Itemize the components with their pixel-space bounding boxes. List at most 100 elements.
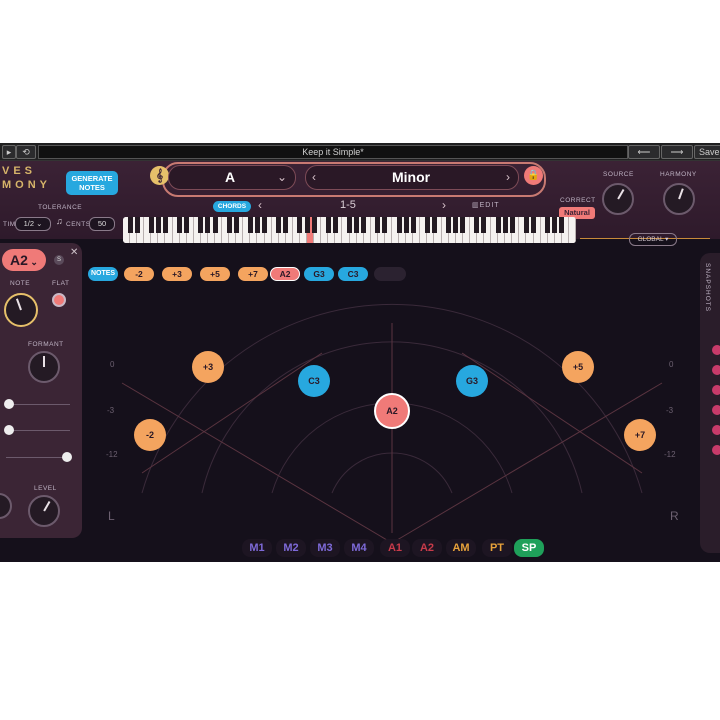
snapshot-slot[interactable] [712,365,720,375]
black-key[interactable] [453,217,459,233]
black-key[interactable] [162,217,168,233]
note-chip[interactable]: +7 [238,267,268,281]
mode-button[interactable]: PT [482,539,512,557]
black-key[interactable] [325,217,331,233]
formant-knob[interactable] [28,351,60,383]
black-key[interactable] [354,217,360,233]
black-key[interactable] [332,217,338,233]
slider-handle[interactable] [4,399,14,409]
snapshot-slot[interactable] [712,405,720,415]
black-key[interactable] [205,217,211,233]
scale-select[interactable]: ‹ Minor › [305,165,519,190]
flat-toggle[interactable] [52,293,66,307]
snapshot-slot[interactable] [712,385,720,395]
snapshot-slot[interactable] [712,345,720,355]
black-key[interactable] [375,217,381,233]
source-knob[interactable] [602,183,634,215]
black-key[interactable] [297,217,303,233]
voice-node[interactable]: G3 [456,365,488,397]
black-key[interactable] [198,217,204,233]
note-chip[interactable]: -2 [124,267,154,281]
mode-button[interactable]: SP [514,539,544,557]
voice-node[interactable]: +3 [192,351,224,383]
black-key[interactable] [254,217,260,233]
time-select[interactable]: 1/2 ⌄ [15,217,51,231]
black-key[interactable] [184,217,190,233]
pan-knob[interactable] [0,493,12,519]
mode-button[interactable]: A1 [380,539,410,557]
black-key[interactable] [424,217,430,233]
level-knob[interactable] [28,495,60,527]
solo-button[interactable]: S [54,255,64,265]
black-key[interactable] [304,217,310,233]
snapshot-slot[interactable] [712,445,720,455]
black-key[interactable] [446,217,452,233]
note-chip[interactable]: C3 [338,267,368,281]
black-key[interactable] [552,217,558,233]
black-key[interactable] [155,217,161,233]
voice-node[interactable]: +7 [624,419,656,451]
lock-icon[interactable]: 🔒 [524,166,543,185]
note-knob[interactable] [4,293,38,327]
black-key[interactable] [545,217,551,233]
preset-name-field[interactable]: Keep it Simple* [38,145,628,159]
black-key[interactable] [262,217,268,233]
slider-handle[interactable] [4,425,14,435]
black-key[interactable] [523,217,529,233]
cents-field[interactable]: 50 [89,217,115,231]
chevron-left-icon[interactable]: ‹ [312,170,316,184]
piano-keyboard[interactable] [123,217,576,243]
black-key[interactable] [361,217,367,233]
mode-button[interactable]: AM [446,539,476,557]
mode-button[interactable]: A2 [412,539,442,557]
black-key[interactable] [311,217,317,233]
save-button[interactable]: Save [694,145,720,159]
key-select[interactable]: A ⌄ [168,165,296,190]
black-key[interactable] [247,217,253,233]
prev-preset-button[interactable]: ⟵ [628,145,660,159]
black-key[interactable] [495,217,501,233]
mode-button[interactable]: M4 [344,539,374,557]
mode-button[interactable]: M2 [276,539,306,557]
white-key[interactable] [568,217,576,243]
black-key[interactable] [276,217,282,233]
undo-button[interactable]: ⟲ [16,145,36,159]
note-chip[interactable]: +3 [162,267,192,281]
black-key[interactable] [283,217,289,233]
treble-clef-icon[interactable]: 𝄞 [150,166,169,185]
next-preset-button[interactable]: ⟶ [661,145,693,159]
black-key[interactable] [410,217,416,233]
black-key[interactable] [481,217,487,233]
black-key[interactable] [134,217,140,233]
black-key[interactable] [460,217,466,233]
chevron-left-icon[interactable]: ‹ [258,198,262,212]
black-key[interactable] [347,217,352,233]
slider-handle[interactable] [62,452,72,462]
black-key[interactable] [559,217,565,233]
note-chip[interactable]: A2 [270,267,300,281]
black-key[interactable] [474,217,480,233]
empty-note-slot[interactable] [374,267,406,281]
black-key[interactable] [531,217,537,233]
generate-notes-button[interactable]: GENERATE NOTES [66,171,118,195]
chords-tab[interactable]: CHORDS [213,201,251,212]
voice-node[interactable]: +5 [562,351,594,383]
voice-node[interactable]: A2 [374,393,410,429]
black-key[interactable] [431,217,437,233]
snapshot-slot[interactable] [712,425,720,435]
note-chip[interactable]: G3 [304,267,334,281]
voice-select[interactable]: A2 ⌄ [2,249,46,271]
black-key[interactable] [233,217,239,233]
close-icon[interactable]: ✕ [70,247,78,258]
voice-node[interactable]: C3 [298,365,330,397]
harmony-knob[interactable] [663,183,695,215]
black-key[interactable] [396,217,402,233]
mode-button[interactable]: M1 [242,539,272,557]
black-key[interactable] [127,217,133,233]
note-chip[interactable]: +5 [200,267,230,281]
edit-button[interactable]: ▥EDIT [472,201,500,209]
black-key[interactable] [177,217,183,233]
menu-button[interactable]: ▸ [2,145,16,159]
mode-button[interactable]: M3 [310,539,340,557]
black-key[interactable] [509,217,515,233]
